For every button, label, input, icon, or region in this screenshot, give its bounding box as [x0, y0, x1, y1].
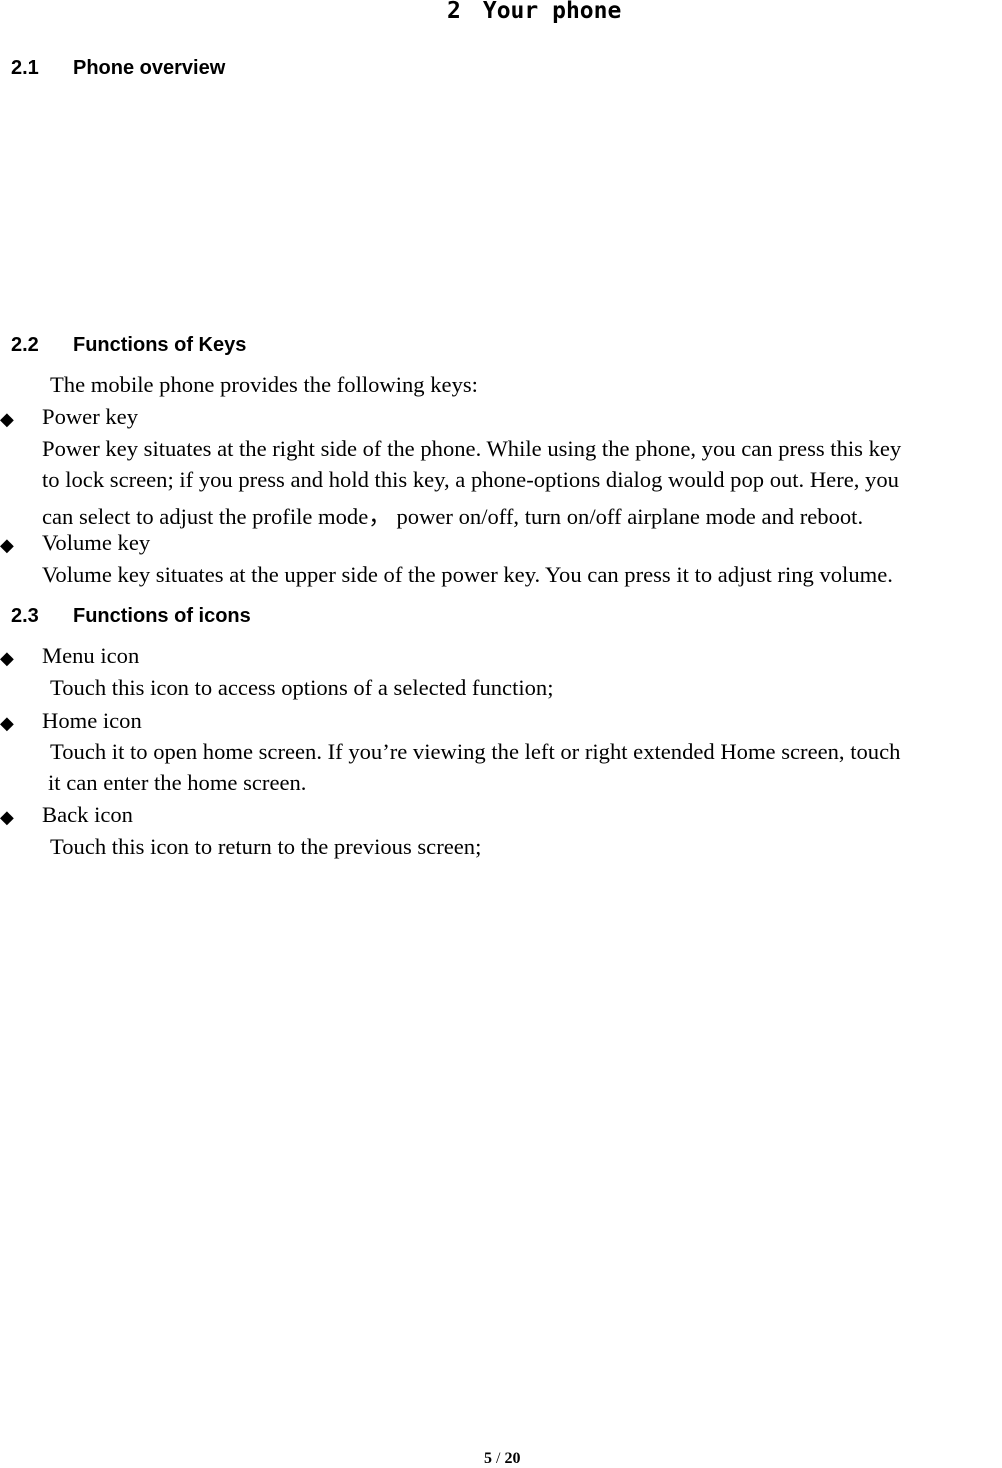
- section-number: 2.1: [11, 57, 39, 79]
- back-icon-description-line: Touch this icon to return to the previou…: [50, 834, 482, 859]
- power-key-description-line: to lock screen; if you press and hold th…: [42, 467, 899, 492]
- volume-key-label: Volume key: [42, 530, 151, 555]
- keys-intro-text: The mobile phone provides the following …: [50, 372, 478, 397]
- section-title: Phone overview: [73, 57, 226, 79]
- section-number: 2.3: [11, 605, 39, 627]
- chapter-title: Your phone: [482, 0, 622, 24]
- total-pages: 20: [504, 1450, 521, 1467]
- home-icon-description-line: it can enter the home screen.: [48, 770, 307, 795]
- section-heading-phone-overview: 2.1 Phone overview: [11, 57, 225, 80]
- section-title: Functions of Keys: [73, 334, 247, 356]
- menu-icon-label: Menu icon: [42, 643, 140, 668]
- section-heading-functions-of-keys: 2.2 Functions of Keys: [11, 334, 246, 357]
- power-key-description-line: Power key situates at the right side of …: [42, 436, 902, 461]
- diamond-bullet-icon: ◆: [0, 535, 14, 556]
- section-title: Functions of icons: [73, 605, 251, 627]
- section-heading-functions-of-icons: 2.3 Functions of icons: [11, 605, 251, 628]
- diamond-bullet-icon: ◆: [0, 409, 14, 430]
- diamond-bullet-icon: ◆: [0, 807, 14, 828]
- chapter-heading: 2 Your phone: [447, 0, 621, 24]
- diamond-bullet-icon: ◆: [0, 648, 14, 669]
- menu-icon-description-line: Touch this icon to access options of a s…: [50, 675, 554, 700]
- chapter-number: 2: [447, 0, 461, 24]
- home-icon-label: Home icon: [42, 708, 142, 733]
- section-number: 2.2: [11, 334, 39, 356]
- diamond-bullet-icon: ◆: [0, 713, 14, 734]
- page-number-footer: 5 / 20: [484, 1450, 520, 1468]
- volume-key-description-line: Volume key situates at the upper side of…: [42, 562, 893, 587]
- current-page: 5: [484, 1450, 492, 1467]
- home-icon-description-line: Touch it to open home screen. If you’re …: [50, 739, 901, 764]
- page-separator: /: [496, 1450, 501, 1467]
- power-key-description-line: can select to adjust the profile mode， p…: [42, 504, 864, 529]
- power-key-label: Power key: [42, 404, 139, 429]
- back-icon-label: Back icon: [42, 802, 133, 827]
